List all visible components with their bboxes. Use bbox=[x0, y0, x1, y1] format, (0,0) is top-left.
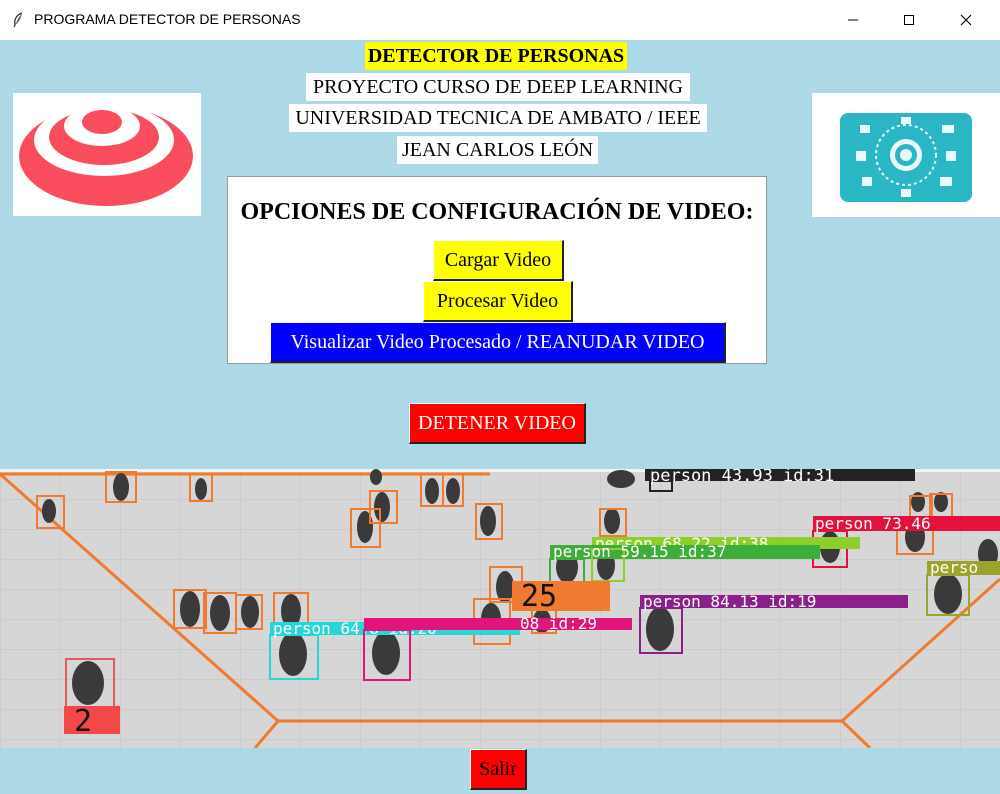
window-title: PROGRAMA DETECTOR DE PERSONAS bbox=[34, 11, 301, 27]
exit-button[interactable]: Salir bbox=[470, 749, 527, 790]
minimize-button[interactable] bbox=[830, 0, 876, 40]
detection-label: 08 id:29 bbox=[520, 614, 597, 633]
detection-label: person 59.15 id:37 bbox=[553, 542, 726, 561]
config-panel: OPCIONES DE CONFIGURACIÓN DE VIDEO: Carg… bbox=[227, 176, 767, 364]
maximize-icon bbox=[904, 15, 914, 25]
left-logo bbox=[13, 93, 201, 216]
concentric-target-logo bbox=[19, 104, 193, 206]
counter-in: 25 bbox=[521, 579, 557, 614]
app-title: DETECTOR DE PERSONAS bbox=[365, 42, 627, 70]
close-icon bbox=[960, 14, 972, 26]
detection-label: perso bbox=[930, 558, 978, 577]
minimize-icon bbox=[848, 19, 858, 21]
load-video-button[interactable]: Cargar Video bbox=[433, 240, 564, 281]
detection-label: person 43.93 id:31 bbox=[650, 469, 834, 486]
title-bar: PROGRAMA DETECTOR DE PERSONAS bbox=[0, 0, 1000, 40]
right-logo bbox=[812, 93, 1000, 217]
stop-video-button[interactable]: DETENER VIDEO bbox=[409, 403, 586, 444]
maximize-button[interactable] bbox=[886, 0, 932, 40]
close-button[interactable] bbox=[943, 0, 989, 40]
detection-label: person 73.46 bbox=[815, 514, 931, 533]
config-title: OPCIONES DE CONFIGURACIÓN DE VIDEO: bbox=[240, 199, 754, 225]
view-processed-video-button[interactable]: Visualizar Video Procesado / REANUDAR VI… bbox=[270, 322, 726, 363]
author-label: JEAN CARLOS LEÓN bbox=[397, 136, 598, 164]
ai-brain-logo bbox=[840, 113, 972, 202]
feather-icon bbox=[13, 12, 23, 28]
video-scene: person 43.93 id:31 person 73.46 person 6… bbox=[0, 469, 1000, 748]
counter-out: 2 bbox=[74, 704, 92, 739]
university-label: UNIVERSIDAD TECNICA DE AMBATO / IEEE bbox=[289, 104, 707, 132]
video-frame: person 43.93 id:31 person 73.46 person 6… bbox=[0, 469, 1000, 748]
detection-label: person 84.13 id:19 bbox=[643, 592, 816, 611]
process-video-button[interactable]: Procesar Video bbox=[423, 281, 573, 322]
course-label: PROYECTO CURSO DE DEEP LEARNING bbox=[306, 73, 690, 101]
